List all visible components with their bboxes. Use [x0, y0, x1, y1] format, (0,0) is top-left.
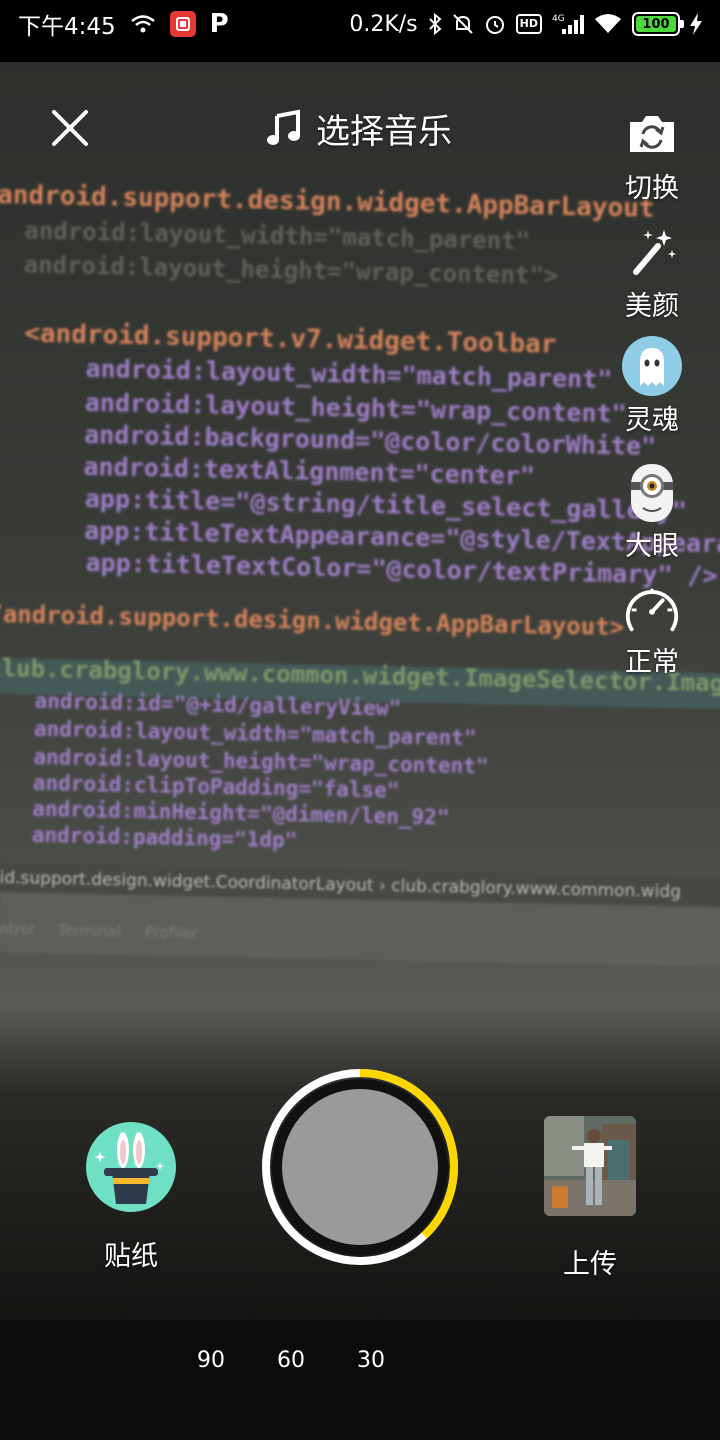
music-note-icon [267, 109, 300, 145]
switch-camera-button[interactable]: 切换 [618, 104, 686, 205]
music-label: 选择音乐 [316, 111, 452, 152]
speed-label: 正常 [625, 647, 679, 678]
network-speed: 0.2K/s [349, 11, 418, 37]
ghost-icon [622, 336, 682, 396]
wifi-hotspot-icon [130, 14, 156, 34]
duration-option-90[interactable]: 90 [197, 1348, 225, 1373]
app-notification-icon [169, 11, 196, 37]
mute-bell-icon [452, 13, 474, 35]
speedometer-icon [622, 578, 682, 638]
soul-effect-button[interactable]: 灵魂 [618, 336, 686, 437]
duration-option-30[interactable]: 30 [357, 1348, 385, 1373]
sticker-button[interactable]: 贴纸 [86, 1122, 176, 1273]
big-eye-button[interactable]: 大眼 [618, 462, 686, 563]
code-line: android:layout_width="match_parent" [33, 716, 477, 751]
upload-button[interactable]: 上传 [544, 1116, 636, 1281]
sticker-label: 贴纸 [104, 1241, 158, 1272]
camera-switch-icon [622, 104, 682, 164]
select-music-button[interactable]: 选择音乐 [264, 104, 452, 152]
alarm-icon [484, 13, 506, 35]
minion-eye-icon [622, 462, 682, 522]
code-line: android:layout_width="match_parent" [24, 216, 531, 256]
magic-wand-icon [622, 222, 682, 282]
soul-label: 灵魂 [625, 405, 679, 436]
battery-level: 100 [636, 16, 676, 32]
duration-option-60[interactable]: 60 [277, 1348, 305, 1373]
beauty-button[interactable]: 美颜 [618, 222, 686, 323]
status-bar: 下午4:45 P 0.2K/s HD 4G 100 [0, 0, 720, 48]
status-time: 下午4:45 [18, 14, 116, 40]
wifi-icon [594, 14, 622, 34]
record-button[interactable] [260, 1067, 460, 1267]
bluetooth-icon [428, 13, 442, 35]
code-preview: android.support.design.widget.AppBarLayo… [0, 62, 720, 852]
charging-icon [690, 13, 702, 35]
magic-hat-icon [86, 1122, 176, 1212]
switch-camera-label: 切换 [625, 173, 679, 204]
code-line: /android.support.design.widget.AppBarLay… [0, 599, 625, 642]
duration-selector: 90 60 30 [0, 1320, 720, 1440]
speed-button[interactable]: 正常 [618, 578, 686, 679]
cellular-signal-icon: 4G [552, 13, 584, 35]
parking-app-icon: P [209, 9, 229, 39]
upload-label: 上传 [563, 1249, 617, 1280]
ide-tabs: ntrol Terminal Profiler [0, 919, 198, 943]
beauty-label: 美颜 [625, 291, 679, 322]
code-line: android:layout_width="match_parent" [85, 353, 613, 394]
svg-text:4G: 4G [552, 14, 565, 24]
big-eye-label: 大眼 [625, 531, 679, 562]
gallery-thumbnail [544, 1116, 636, 1216]
battery-indicator: 100 [632, 12, 684, 36]
code-line: android:layout_height="wrap_content"> [23, 250, 559, 290]
close-icon [52, 110, 88, 146]
record-button-core [282, 1089, 438, 1245]
hd-badge: HD [515, 14, 542, 34]
code-line: android:padding="1dp" [31, 822, 298, 853]
close-button[interactable] [50, 108, 90, 148]
